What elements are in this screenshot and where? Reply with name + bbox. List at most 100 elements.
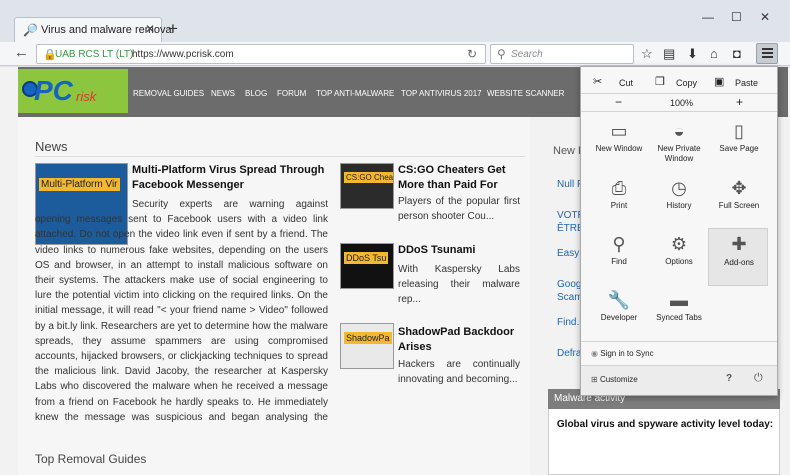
history-button[interactable]: ◷ History [649, 177, 709, 232]
nav-top-antivirus[interactable]: TOP ANTIVIRUS 2017 [401, 89, 482, 98]
window-close-button[interactable]: ✕ [760, 10, 770, 24]
new-window-icon: ▭ [610, 121, 628, 141]
quit-button[interactable]: ⏻ [754, 372, 763, 385]
downloads-icon[interactable]: ⬇ [687, 46, 698, 62]
save-page-button[interactable]: ▯ Save Page [709, 120, 769, 175]
menu-item-label: Synced Tabs [656, 313, 702, 322]
news-heading: News [35, 139, 68, 154]
help-button[interactable]: ? [726, 373, 732, 384]
new-private-window-button[interactable]: ◒ New Private Window [649, 120, 709, 175]
customize-button[interactable]: ⊞ Customize [591, 375, 638, 384]
gear-icon: ⚙ [670, 234, 688, 254]
menu-item-label: Find [611, 257, 627, 266]
magnifier-icon: ⚲ [612, 234, 626, 254]
history-clock-icon: ◷ [671, 178, 687, 198]
main-article-title[interactable]: Multi-Platform Virus Spread Through Face… [132, 163, 332, 193]
reload-icon[interactable]: ↻ [467, 47, 477, 61]
menu-item-label: Full Screen [718, 201, 760, 210]
thumbnail-label: DDoS Tsu [344, 252, 389, 264]
menu-button[interactable] [756, 43, 778, 64]
menu-item-label: New Private Window [657, 144, 701, 163]
sync-avatar-icon: ◉ [591, 349, 601, 358]
wrench-icon: 🔧 [607, 290, 631, 310]
article-thumbnail[interactable]: DDoS Tsu [340, 243, 394, 289]
developer-button[interactable]: 🔧 Developer [589, 289, 649, 344]
options-button[interactable]: ⚙ Options [649, 233, 709, 288]
print-icon: ⎙ [611, 178, 627, 198]
home-icon[interactable]: ⌂ [710, 46, 718, 61]
tab-strip: 🔎 Virus and malware removal ✕ + — ☐ ✕ [0, 0, 790, 42]
back-button[interactable]: ← [14, 44, 29, 61]
synced-tabs-icon: ▬ [670, 290, 688, 310]
main-article-body: Security experts are warning against ope… [35, 199, 328, 423]
sign-in-label: Sign in to Sync [600, 349, 654, 358]
sidebar-link[interactable]: VOTR ÊTRE [557, 209, 585, 235]
logo-risk-text: risk [76, 89, 97, 104]
synced-tabs-button[interactable]: ▬ Synced Tabs [649, 289, 709, 344]
menu-item-label: History [666, 201, 692, 210]
divider [581, 341, 777, 342]
nav-removal-guides[interactable]: REMOVAL GUIDES [133, 89, 204, 98]
new-tab-button[interactable]: + [168, 19, 178, 39]
hamburger-icon [762, 48, 773, 50]
bookmark-star-icon[interactable]: ☆ [641, 46, 653, 62]
menu-item-label: Add-ons [724, 258, 754, 267]
nav-blog[interactable]: BLOG [245, 89, 267, 98]
search-icon: ⚲ [497, 47, 506, 61]
sidebar-link[interactable]: Defra [557, 348, 581, 359]
navigation-toolbar: ← 🔒 UAB RCS LT (LT) https://www.pcrisk.c… [0, 42, 790, 66]
zoom-reset-button[interactable]: 100% [670, 98, 693, 108]
firefox-menu-panel: ✂ Cut ❐ Copy ▣ Paste − 100% + ▭ New Wind… [580, 66, 778, 396]
save-page-icon: ▯ [734, 121, 744, 141]
menu-item-label: New Window [595, 144, 643, 153]
paste-button[interactable]: Paste [735, 78, 758, 88]
add-ons-button[interactable]: ✚ Add-ons [708, 228, 768, 286]
divider [581, 93, 777, 94]
minimize-button[interactable]: — [702, 10, 714, 24]
article-title[interactable]: DDoS Tsunami [398, 243, 522, 258]
sidebar-link[interactable]: Goog Scam [557, 278, 583, 304]
pocket-icon[interactable]: ◘ [733, 46, 741, 61]
article-title[interactable]: CS:GO Cheaters Get More than Paid For [398, 163, 522, 193]
cut-icon: ✂ [593, 76, 603, 88]
copy-icon: ❐ [655, 76, 665, 88]
nav-website-scanner[interactable]: WEBSITE SCANNER [487, 89, 564, 98]
favicon-icon: 🔎 [23, 23, 38, 37]
site-logo[interactable]: PC risk [18, 69, 128, 113]
new-window-button[interactable]: ▭ New Window [589, 120, 649, 175]
article-excerpt: Players of the popular first person shoo… [398, 196, 520, 222]
nav-forum[interactable]: FORUM [277, 89, 306, 98]
print-button[interactable]: ⎙ Print [589, 177, 649, 232]
url-bar[interactable]: 🔒 UAB RCS LT (LT) https://www.pcrisk.com… [36, 44, 486, 64]
full-screen-button[interactable]: ✥ Full Screen [709, 177, 769, 232]
private-mask-icon: ◒ [673, 121, 685, 141]
thumbnail-label: ShadowPa [344, 332, 392, 344]
divider [35, 156, 525, 157]
article-excerpt: Hackers are continually innovating and b… [398, 359, 520, 385]
menu-item-label: Print [610, 201, 628, 210]
site-identity: UAB RCS LT (LT) [55, 49, 134, 60]
browser-tab[interactable]: 🔎 Virus and malware removal ✕ [14, 17, 174, 42]
nav-top-anti-malware[interactable]: TOP ANTI-MALWARE [316, 89, 394, 98]
zoom-in-button[interactable]: + [736, 95, 743, 109]
article-thumbnail[interactable]: ShadowPa [340, 323, 394, 369]
library-icon[interactable]: ▤ [663, 46, 675, 62]
article-thumbnail[interactable]: CS:GO Cheaters [340, 163, 394, 209]
customize-label: Customize [599, 375, 638, 384]
article-title[interactable]: ShadowPad Backdoor Arises [398, 325, 522, 355]
find-button[interactable]: ⚲ Find [589, 233, 649, 288]
top-removal-heading: Top Removal Guides [35, 452, 147, 466]
url-text[interactable]: https://www.pcrisk.com [132, 49, 234, 60]
full-screen-icon: ✥ [731, 178, 747, 198]
search-input[interactable]: ⚲ Search [490, 44, 634, 64]
thumbnail-label: CS:GO Cheaters [344, 172, 393, 183]
copy-button[interactable]: Copy [676, 78, 697, 88]
cut-button[interactable]: Cut [619, 78, 633, 88]
maximize-button[interactable]: ☐ [731, 10, 742, 24]
puzzle-piece-icon: ✚ [731, 234, 747, 254]
close-tab-icon[interactable]: ✕ [145, 22, 155, 36]
nav-news[interactable]: NEWS [211, 89, 235, 98]
sign-in-to-sync-button[interactable]: ◉ Sign in to Sync [591, 349, 654, 358]
zoom-out-button[interactable]: − [615, 95, 622, 109]
article-excerpt: With Kaspersky Labs releasing their malw… [398, 264, 520, 305]
